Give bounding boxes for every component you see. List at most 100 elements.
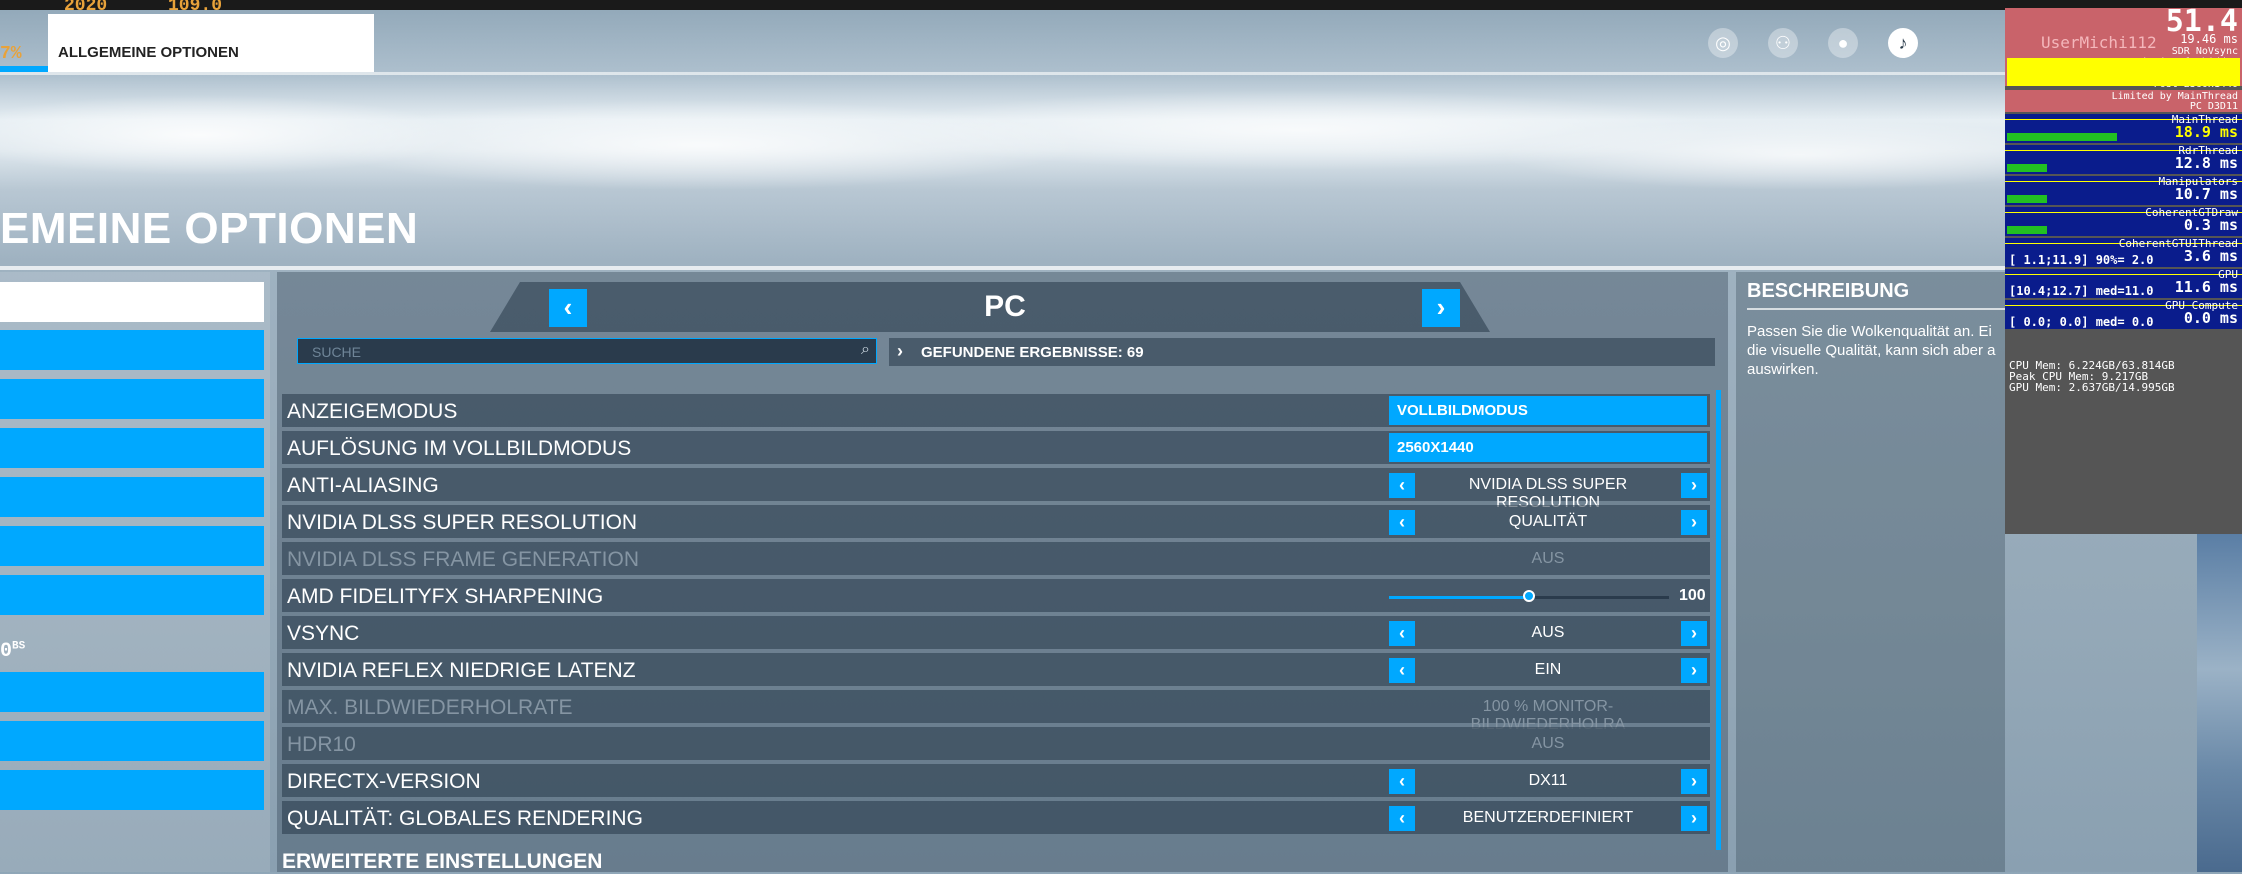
- chevron-left-icon[interactable]: ‹: [1389, 510, 1415, 535]
- sidebar-item[interactable]: [0, 526, 264, 566]
- setting-value: DX11: [1528, 772, 1568, 789]
- hud-top-strip: 2020 109.0: [0, 0, 2242, 16]
- sidebar-item[interactable]: [0, 721, 264, 761]
- setting-value: EIN: [1534, 661, 1562, 678]
- overlay-api: PC D3D11: [2189, 101, 2238, 112]
- panel-graph: [2007, 226, 2047, 234]
- panel-value: 10.7 ms: [2174, 185, 2238, 203]
- hud-left-fps: 0BS: [0, 640, 26, 663]
- setting-dropdown[interactable]: VOLLBILDMODUS: [1389, 396, 1707, 425]
- setting-row[interactable]: NVIDIA REFLEX NIEDRIGE LATENZ ‹ EIN ›: [282, 653, 1710, 686]
- overlay-panel: GPU 11.6 ms [10.4;12.7] med=11.0: [2005, 269, 2242, 298]
- setting-row[interactable]: AUFLÖSUNG IM VOLLBILDMODUS 2560X1440: [282, 431, 1710, 464]
- setting-label: NVIDIA DLSS FRAME GENERATION: [287, 548, 640, 571]
- setting-label: AUFLÖSUNG IM VOLLBILDMODUS: [287, 437, 632, 460]
- search-placeholder: SUCHE: [312, 344, 362, 360]
- overlay-panel: MainThread 18.9 ms: [2005, 114, 2242, 143]
- setting-row: MAX. BILDWIEDERHOLRATE 100 % MONITOR-BILD…: [282, 690, 1710, 733]
- setting-value: 2560X1440: [1397, 439, 1474, 456]
- next-category-button[interactable]: ›: [1422, 289, 1460, 327]
- overlay-panel: CoherentGTDraw 0.3 ms: [2005, 207, 2242, 236]
- setting-label: AMD FIDELITYFX SHARPENING: [287, 585, 604, 608]
- sky-background: [0, 75, 2005, 195]
- sidebar-item[interactable]: [0, 477, 264, 517]
- sidebar-item[interactable]: [0, 770, 264, 810]
- overlay-panel: Manipulators 10.7 ms: [2005, 176, 2242, 205]
- section-advanced-settings[interactable]: ERWEITERTE EINSTELLUNGEN: [282, 850, 602, 874]
- setting-label: ANTI-ALIASING: [287, 474, 439, 497]
- panel-threshold: [2005, 274, 2242, 275]
- prev-category-button[interactable]: ‹: [549, 289, 587, 327]
- overlay-info-line: SDR NoVsync: [2171, 46, 2238, 57]
- overlay-panel: RdrThread 12.8 ms: [2005, 145, 2242, 174]
- setting-row[interactable]: ANZEIGEMODUS VOLLBILDMODUS: [282, 394, 1710, 427]
- setting-label: VSYNC: [287, 622, 360, 645]
- settings-list: ANZEIGEMODUS VOLLBILDMODUS AUFLÖSUNG IM VO…: [282, 394, 1710, 838]
- setting-label: HDR10: [287, 733, 356, 756]
- panel-value: 18.9 ms: [2174, 123, 2238, 141]
- setting-row[interactable]: QUALITÄT: GLOBALES RENDERING ‹ BENUTZERDE…: [282, 801, 1710, 834]
- setting-row[interactable]: NVIDIA DLSS SUPER RESOLUTION ‹ QUALITÄT ›: [282, 505, 1710, 538]
- setting-label: DIRECTX-VERSION: [287, 770, 481, 793]
- overlay-panel: GPU Compute 0.0 ms[ 0.0; 0.0] med= 0.0: [2005, 300, 2242, 329]
- chevron-right-icon: ›: [897, 341, 903, 361]
- setting-row[interactable]: DIRECTX-VERSION ‹ DX11 ›: [282, 764, 1710, 797]
- title-divider: [0, 266, 2005, 270]
- friends-icon[interactable]: ⚇: [1768, 28, 1798, 58]
- slider-handle[interactable]: [1523, 590, 1535, 602]
- chevron-right-icon[interactable]: ›: [1681, 658, 1707, 683]
- panel-range: [ 1.1;11.9] 90%= 2.0: [2009, 253, 2154, 267]
- overlay-limited: Limited by MainThread PC D3D11: [2005, 90, 2242, 112]
- slider-fill: [1389, 596, 1529, 599]
- setting-row: HDR10 AUS: [282, 727, 1710, 760]
- tab-general-options[interactable]: ALLGEMEINE OPTIONEN: [48, 14, 374, 72]
- chevron-right-icon[interactable]: ›: [1681, 769, 1707, 794]
- setting-value: AUS: [1531, 735, 1565, 752]
- panel-value: 0.0 ms: [2183, 309, 2238, 327]
- setting-slider[interactable]: [1389, 590, 1669, 602]
- setting-value: VOLLBILDMODUS: [1397, 402, 1528, 419]
- search-icon[interactable]: ⌕: [861, 341, 870, 359]
- setting-value: AUS: [1531, 624, 1565, 641]
- chevron-left-icon[interactable]: ‹: [1389, 621, 1415, 646]
- setting-value: AUS: [1531, 550, 1565, 567]
- setting-row[interactable]: AMD FIDELITYFX SHARPENING 100: [282, 579, 1710, 612]
- panel-value: 0.3 ms: [2183, 216, 2238, 234]
- sidebar-item[interactable]: [0, 379, 264, 419]
- chevron-left-icon[interactable]: ‹: [1389, 769, 1415, 794]
- setting-label: ANZEIGEMODUS: [287, 400, 458, 423]
- results-count: GEFUNDENE ERGEBNISSE: 69: [921, 344, 1144, 361]
- setting-row[interactable]: VSYNC ‹ AUS ›: [282, 616, 1710, 649]
- results-bar[interactable]: › GEFUNDENE ERGEBNISSE: 69: [889, 338, 1715, 366]
- chevron-left-icon[interactable]: ‹: [1389, 473, 1415, 498]
- setting-label: NVIDIA REFLEX NIEDRIGE LATENZ: [287, 659, 636, 682]
- overlay-frametime: 19.46 ms: [2180, 32, 2238, 46]
- tab-divider: [0, 72, 2005, 75]
- activity-icon[interactable]: ◎: [1708, 28, 1738, 58]
- sidebar-item[interactable]: [0, 672, 264, 712]
- profile-icon[interactable]: ●: [1828, 28, 1858, 58]
- page-title: EMEINE OPTIONEN: [0, 204, 419, 253]
- chevron-right-icon[interactable]: ›: [1681, 510, 1707, 535]
- sidebar-item[interactable]: [0, 428, 264, 468]
- category-title: PC: [984, 290, 1026, 323]
- setting-row[interactable]: ANTI-ALIASING ‹ NVIDIA DLSS SUPER RESOLUT…: [282, 468, 1710, 511]
- setting-label: NVIDIA DLSS SUPER RESOLUTION: [287, 511, 638, 534]
- panel-graph: [2007, 195, 2047, 203]
- search-input[interactable]: SUCHE ⌕: [297, 338, 877, 364]
- overlay-fps-graph: [2007, 58, 2240, 86]
- setting-dropdown[interactable]: 2560X1440: [1389, 433, 1707, 462]
- notifications-icon[interactable]: ♪: [1888, 28, 1918, 58]
- sidebar-item[interactable]: [0, 575, 264, 615]
- description-divider: [1747, 308, 2005, 310]
- sidebar-item[interactable]: [0, 330, 264, 370]
- settings-scrollbar[interactable]: [1716, 390, 1721, 850]
- chevron-right-icon[interactable]: ›: [1681, 473, 1707, 498]
- chevron-left-icon[interactable]: ‹: [1389, 658, 1415, 683]
- setting-row: NVIDIA DLSS FRAME GENERATION AUS: [282, 542, 1710, 575]
- chevron-left-icon[interactable]: ‹: [1389, 806, 1415, 831]
- chevron-right-icon[interactable]: ›: [1681, 621, 1707, 646]
- setting-value: 100: [1679, 587, 1706, 604]
- sidebar-item-active[interactable]: [0, 282, 264, 322]
- chevron-right-icon[interactable]: ›: [1681, 806, 1707, 831]
